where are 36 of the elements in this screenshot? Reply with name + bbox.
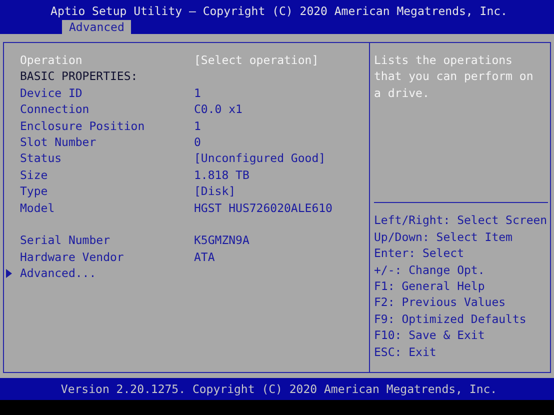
key-hint: Enter: Select (374, 245, 466, 262)
setting-label[interactable]: Hardware Vendor (20, 248, 194, 266)
setting-label[interactable]: Enclosure Position (20, 118, 194, 134)
setting-value[interactable]: K5GMZN9A (194, 232, 250, 249)
version-text: Version 2.20.1275. Copyright (C) 2020 American Megatrends, Inc. (60, 382, 498, 396)
menu-tab[interactable]: Advanced (62, 20, 132, 35)
setting-label[interactable]: Size (20, 166, 194, 184)
setting-label[interactable]: Connection (20, 101, 194, 118)
window-title: Aptio Setup Utility – Copyright (C) 2020 American Megatrends, Inc. (50, 3, 508, 20)
submenu-link[interactable]: Advanced... (20, 265, 194, 282)
setting-label[interactable]: Status (20, 150, 194, 167)
key-hint: F9: Optimized Defaults (374, 310, 528, 328)
setting-label[interactable]: Type (20, 183, 194, 200)
key-hint: F2: Previous Values (374, 294, 507, 311)
setting-value[interactable]: [Unconfigured Good] (194, 150, 326, 167)
setting-value[interactable]: 1.818 TB (194, 166, 250, 184)
setting-value[interactable]: 1 (194, 84, 201, 102)
help-text: Lists the operations that you can perform on a drive. (374, 52, 534, 102)
section-heading: BASIC PROPERTIES: (20, 68, 138, 85)
key-hint: F10: Save & Exit (374, 327, 486, 344)
setting-label[interactable]: Serial Number (20, 232, 194, 249)
setting-value[interactable]: 1 (194, 118, 201, 134)
key-hint: Left/Right: Select Screen (374, 212, 548, 229)
key-hint: Up/Down: Select Item (374, 228, 514, 246)
setting-value[interactable]: HGST HUS726020ALE610 (194, 200, 332, 216)
key-hint: ESC: Exit (374, 344, 438, 360)
setting-value[interactable]: [Disk] (194, 183, 236, 200)
setting-value[interactable]: ATA (194, 248, 215, 266)
triangle-icon (6, 268, 12, 278)
key-hint: +/-: Change Opt. (374, 262, 486, 278)
setting-label[interactable]: Device ID (20, 84, 194, 102)
setting-label[interactable]: Model (20, 200, 194, 216)
key-hint: F1: General Help (374, 278, 486, 294)
setting-value[interactable]: C0.0 x1 (194, 101, 242, 118)
setting-label[interactable]: Slot Number (20, 134, 194, 150)
setting-value[interactable]: 0 (194, 134, 201, 150)
